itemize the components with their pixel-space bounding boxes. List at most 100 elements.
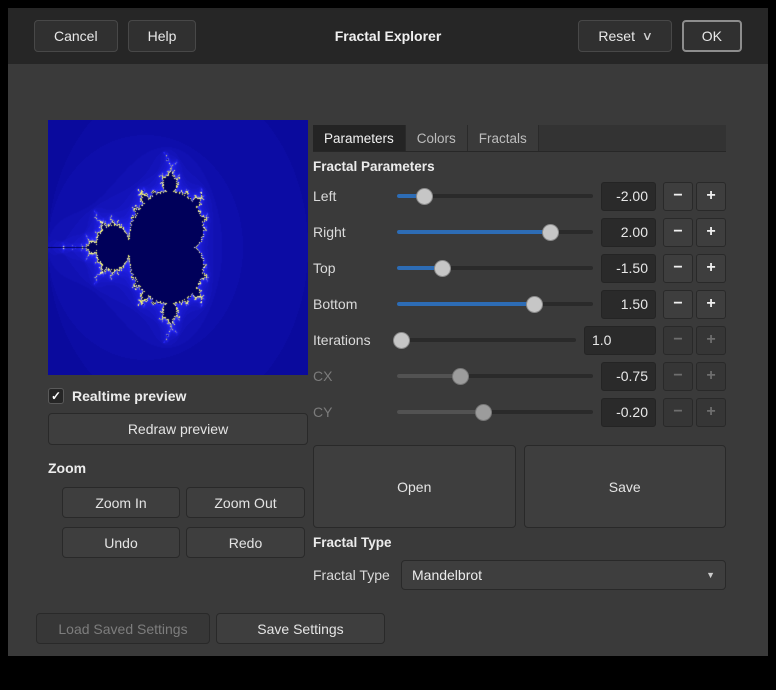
param-row-iterations: Iterations 1.0 − +: [313, 322, 726, 358]
reset-button-label: Reset: [598, 28, 635, 44]
param-slider[interactable]: [397, 332, 576, 349]
param-slider[interactable]: [397, 260, 593, 277]
param-row-bottom: Bottom 1.50 − +: [313, 286, 726, 322]
param-value-entry[interactable]: -0.20: [601, 398, 656, 427]
param-label: CY: [313, 404, 397, 420]
decrement-button[interactable]: −: [663, 218, 693, 247]
chevron-down-icon: ∨: [642, 30, 653, 42]
param-value-entry[interactable]: -1.50: [601, 254, 656, 283]
realtime-preview-checkbox[interactable]: ✓: [48, 388, 64, 404]
tab-fractals[interactable]: Fractals: [468, 125, 539, 151]
slider-handle[interactable]: [452, 368, 469, 385]
decrement-button[interactable]: −: [663, 182, 693, 211]
minus-icon: −: [673, 295, 682, 313]
tab-parameters[interactable]: Parameters: [313, 125, 406, 151]
param-row-top: Top -1.50 − +: [313, 250, 726, 286]
increment-button[interactable]: +: [696, 290, 726, 319]
decrement-button[interactable]: −: [663, 254, 693, 283]
fractal-parameters-heading: Fractal Parameters: [313, 159, 726, 174]
zoom-buttons: Zoom In Zoom Out Undo Redo: [62, 487, 308, 558]
slider-handle[interactable]: [475, 404, 492, 421]
decrement-button[interactable]: −: [663, 290, 693, 319]
minus-icon: −: [673, 331, 682, 349]
param-row-cx: CX -0.75 − +: [313, 358, 726, 394]
decrement-button[interactable]: −: [663, 398, 693, 427]
param-row-left: Left -2.00 − +: [313, 178, 726, 214]
load-saved-settings-button[interactable]: Load Saved Settings: [36, 613, 210, 644]
tabbar: Parameters Colors Fractals: [313, 125, 726, 152]
fractal-preview[interactable]: [48, 120, 308, 375]
minus-icon: −: [673, 187, 682, 205]
param-label: CX: [313, 368, 397, 384]
realtime-preview-label: Realtime preview: [72, 388, 186, 404]
param-label: Top: [313, 260, 397, 276]
slider-track: [397, 302, 593, 306]
plus-icon: +: [706, 223, 715, 241]
slider-handle[interactable]: [542, 224, 559, 241]
save-settings-button[interactable]: Save Settings: [216, 613, 385, 644]
parameter-rows: Left -2.00 − + Right 2.00 − +: [313, 178, 726, 430]
plus-icon: +: [706, 367, 715, 385]
decrement-button[interactable]: −: [663, 362, 693, 391]
param-value-entry[interactable]: 1.0: [584, 326, 656, 355]
param-value-entry[interactable]: 1.50: [601, 290, 656, 319]
plus-icon: +: [706, 403, 715, 421]
tab-colors[interactable]: Colors: [406, 125, 468, 151]
plus-icon: +: [706, 331, 715, 349]
param-label: Bottom: [313, 296, 397, 312]
fractal-type-row: Fractal Type Mandelbrot ▼: [313, 560, 726, 590]
decrement-button[interactable]: −: [663, 326, 693, 355]
fractal-type-dropdown[interactable]: Mandelbrot ▼: [401, 560, 726, 590]
file-buttons: Open Save: [313, 445, 726, 528]
param-value-entry[interactable]: -2.00: [601, 182, 656, 211]
param-slider[interactable]: [397, 404, 593, 421]
slider-handle[interactable]: [526, 296, 543, 313]
preview-panel: ✓ Realtime preview Redraw preview Zoom Z…: [48, 120, 308, 558]
param-slider[interactable]: [397, 224, 593, 241]
cancel-button[interactable]: Cancel: [34, 20, 118, 52]
titlebar: Cancel Help Fractal Explorer Reset ∨ OK: [8, 8, 768, 64]
param-label: Iterations: [313, 332, 397, 348]
realtime-preview-row: ✓ Realtime preview: [48, 388, 308, 404]
param-row-right: Right 2.00 − +: [313, 214, 726, 250]
minus-icon: −: [673, 223, 682, 241]
fractal-type-heading: Fractal Type: [313, 535, 726, 550]
ok-button[interactable]: OK: [682, 20, 742, 52]
undo-button[interactable]: Undo: [62, 527, 180, 558]
reset-button[interactable]: Reset ∨: [578, 20, 671, 52]
slider-handle[interactable]: [393, 332, 410, 349]
zoom-in-button[interactable]: Zoom In: [62, 487, 180, 518]
minus-icon: −: [673, 259, 682, 277]
param-slider[interactable]: [397, 296, 593, 313]
increment-button[interactable]: +: [696, 218, 726, 247]
slider-track: [397, 338, 576, 342]
plus-icon: +: [706, 295, 715, 313]
param-value-entry[interactable]: 2.00: [601, 218, 656, 247]
slider-handle[interactable]: [416, 188, 433, 205]
fractal-explorer-dialog: Cancel Help Fractal Explorer Reset ∨ OK …: [8, 8, 768, 656]
increment-button[interactable]: +: [696, 362, 726, 391]
zoom-out-button[interactable]: Zoom Out: [186, 487, 305, 518]
param-value-entry[interactable]: -0.75: [601, 362, 656, 391]
help-button[interactable]: Help: [128, 20, 197, 52]
param-slider[interactable]: [397, 368, 593, 385]
param-row-cy: CY -0.20 − +: [313, 394, 726, 430]
open-button[interactable]: Open: [313, 445, 516, 528]
slider-track: [397, 410, 593, 414]
plus-icon: +: [706, 187, 715, 205]
minus-icon: −: [673, 367, 682, 385]
plus-icon: +: [706, 259, 715, 277]
param-slider[interactable]: [397, 188, 593, 205]
redraw-preview-button[interactable]: Redraw preview: [48, 413, 308, 445]
increment-button[interactable]: +: [696, 182, 726, 211]
slider-track: [397, 230, 593, 234]
increment-button[interactable]: +: [696, 398, 726, 427]
minus-icon: −: [673, 403, 682, 421]
redo-button[interactable]: Redo: [186, 527, 305, 558]
slider-track: [397, 374, 593, 378]
slider-handle[interactable]: [434, 260, 451, 277]
save-button[interactable]: Save: [524, 445, 727, 528]
slider-track: [397, 266, 593, 270]
increment-button[interactable]: +: [696, 326, 726, 355]
increment-button[interactable]: +: [696, 254, 726, 283]
